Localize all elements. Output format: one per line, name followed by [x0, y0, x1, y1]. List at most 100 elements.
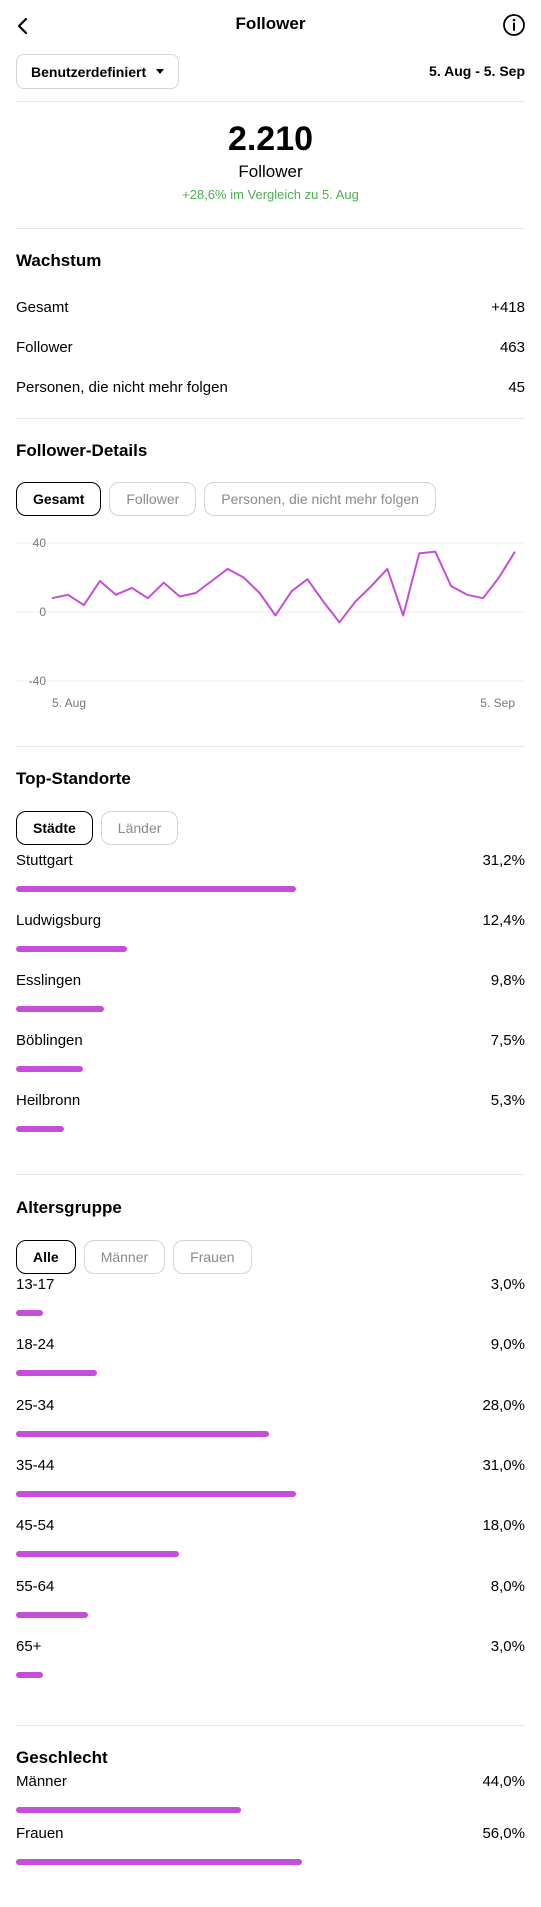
bar-label: Frauen — [16, 1825, 64, 1842]
bar-label: 13-17 — [16, 1276, 55, 1293]
page-title: Follower — [235, 14, 306, 33]
bar-fill — [16, 1126, 64, 1132]
tab-follower[interactable]: Follower — [109, 482, 197, 516]
chart-y-tick-label: 0 — [39, 605, 46, 619]
bar-track — [16, 1807, 525, 1813]
divider — [16, 746, 525, 747]
bar-fill — [16, 1006, 104, 1012]
date-range-text: 5. Aug - 5. Sep — [429, 63, 525, 79]
bar-fill — [16, 1807, 241, 1813]
bar-fill — [16, 1671, 44, 1678]
bar-fill — [16, 1066, 84, 1072]
date-range-dropdown[interactable]: Benutzerdefiniert — [16, 54, 180, 89]
follower-line-chart: 40 0 -40 5. Aug 5. Sep — [16, 536, 525, 710]
bar-fill — [16, 1859, 302, 1865]
bar-track — [16, 1430, 525, 1437]
bar-label: Heilbronn — [16, 1092, 81, 1109]
bar-percent: 18,0% — [482, 1517, 525, 1535]
bar-percent: 5,3% — [490, 1092, 525, 1109]
tab-unfollowed[interactable]: Personen, die nicht mehr folgen — [204, 482, 436, 516]
bar-label: Esslingen — [16, 972, 82, 989]
bar-track — [16, 1006, 525, 1012]
bar-percent: 3,0% — [490, 1637, 525, 1655]
growth-row-follower: Follower 463 — [16, 336, 525, 358]
chart-y-tick-label: 40 — [33, 536, 47, 550]
follower-total-label: Follower — [238, 162, 303, 181]
bar-label: 45-54 — [16, 1517, 55, 1535]
bar-fill — [16, 1551, 179, 1558]
follower-total: 2.210 — [227, 120, 314, 158]
chart-y-tick-label: -40 — [29, 674, 47, 688]
bar-percent: 31,0% — [482, 1456, 525, 1474]
bar-track — [16, 946, 525, 952]
bar-percent: 9,0% — [490, 1336, 525, 1354]
bar-percent: 7,5% — [490, 1032, 525, 1049]
bar-label: 65+ — [16, 1637, 42, 1655]
chart-x-end-label: 5. Sep — [480, 696, 515, 710]
bar-percent: 28,0% — [482, 1396, 525, 1414]
bar-percent: 12,4% — [482, 912, 525, 929]
bar-fill — [16, 1310, 44, 1316]
bar-percent: 44,0% — [482, 1773, 525, 1790]
divider — [16, 228, 525, 229]
growth-row-unfollowed: Personen, die nicht mehr folgen 45 — [16, 376, 525, 398]
bar-percent: 56,0% — [482, 1825, 525, 1842]
details-title: Follower-Details — [16, 441, 148, 460]
bar-track — [16, 1671, 525, 1678]
bar-percent: 3,0% — [490, 1276, 525, 1293]
bar-track — [16, 1611, 525, 1618]
bar-label: 25-34 — [16, 1396, 55, 1414]
growth-row-label: Gesamt — [16, 298, 69, 316]
growth-row-value: 45 — [508, 378, 525, 396]
bar-label: 18-24 — [16, 1336, 55, 1354]
bar-fill — [16, 946, 128, 952]
bar-label: 35-44 — [16, 1456, 55, 1474]
bar-percent: 9,8% — [490, 972, 525, 989]
info-button[interactable] — [501, 12, 527, 38]
bar-track — [16, 1370, 525, 1377]
bar-fill — [16, 1490, 296, 1497]
bar-fill — [16, 1611, 89, 1618]
divider — [16, 1174, 525, 1175]
growth-row-value: +418 — [491, 298, 525, 316]
bar-percent: 8,0% — [490, 1577, 525, 1595]
age-title: Altersgruppe — [16, 1198, 122, 1217]
growth-row-label: Follower — [16, 338, 73, 356]
growth-row-total: Gesamt +418 — [16, 296, 525, 318]
tab-all[interactable]: Alle — [16, 1240, 76, 1274]
tab-men[interactable]: Männer — [83, 1240, 166, 1274]
bar-percent: 31,2% — [482, 852, 525, 869]
bar-fill — [16, 1430, 269, 1437]
divider — [16, 101, 525, 102]
caret-down-icon — [156, 69, 165, 74]
tab-countries[interactable]: Länder — [100, 811, 179, 845]
bar-label: Böblingen — [16, 1032, 83, 1049]
bar-track — [16, 1490, 525, 1497]
info-icon — [503, 14, 525, 36]
growth-row-value: 463 — [499, 338, 525, 356]
follower-change: +28,6% im Vergleich zu 5. Aug — [182, 187, 359, 202]
tab-cities[interactable]: Städte — [16, 811, 93, 845]
age-tabs: Alle Männer Frauen — [16, 1240, 252, 1274]
bar-track — [16, 1066, 525, 1072]
bar-label: 55-64 — [16, 1577, 55, 1595]
bar-track — [16, 886, 525, 892]
growth-row-label: Personen, die nicht mehr folgen — [16, 378, 228, 396]
tab-women[interactable]: Frauen — [173, 1240, 252, 1274]
bar-track — [16, 1551, 525, 1558]
bar-label: Männer — [16, 1773, 67, 1790]
date-range-dropdown-label: Benutzerdefiniert — [31, 63, 147, 80]
gender-title: Geschlecht — [16, 1748, 108, 1767]
chart-x-start-label: 5. Aug — [52, 696, 86, 710]
tab-gesamt[interactable]: Gesamt — [16, 482, 102, 516]
growth-title: Wachstum — [16, 251, 102, 270]
bar-track — [16, 1310, 525, 1316]
locations-title: Top-Standorte — [16, 769, 131, 788]
locations-tabs: Städte Länder — [16, 811, 179, 845]
bar-fill — [16, 1370, 98, 1377]
bar-fill — [16, 886, 296, 892]
divider — [16, 418, 525, 419]
bar-track — [16, 1859, 525, 1865]
divider — [16, 1725, 525, 1726]
details-tabs: Gesamt Follower Personen, die nicht mehr… — [16, 482, 436, 516]
